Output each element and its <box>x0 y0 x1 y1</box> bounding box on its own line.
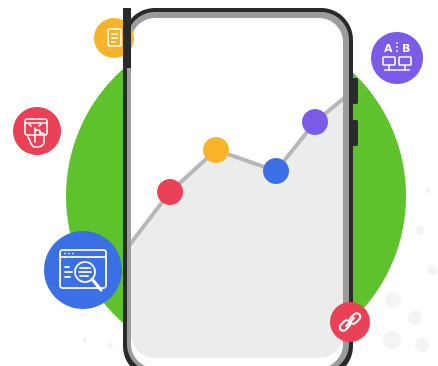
phone <box>123 8 358 366</box>
link-badge <box>330 302 370 342</box>
ab-label-b: B <box>402 42 410 55</box>
illustration-canvas: A B <box>13 8 437 366</box>
chart-point <box>203 137 229 163</box>
search-badge <box>44 231 122 309</box>
document-badge <box>94 8 134 68</box>
ab-test-badge: A B <box>371 32 423 84</box>
ab-label-a: A <box>384 42 393 55</box>
tap-badge <box>13 107 61 155</box>
chart-point <box>157 179 183 205</box>
chart-point <box>263 158 289 184</box>
chart-point <box>302 109 328 135</box>
illustration: A B <box>0 0 438 366</box>
